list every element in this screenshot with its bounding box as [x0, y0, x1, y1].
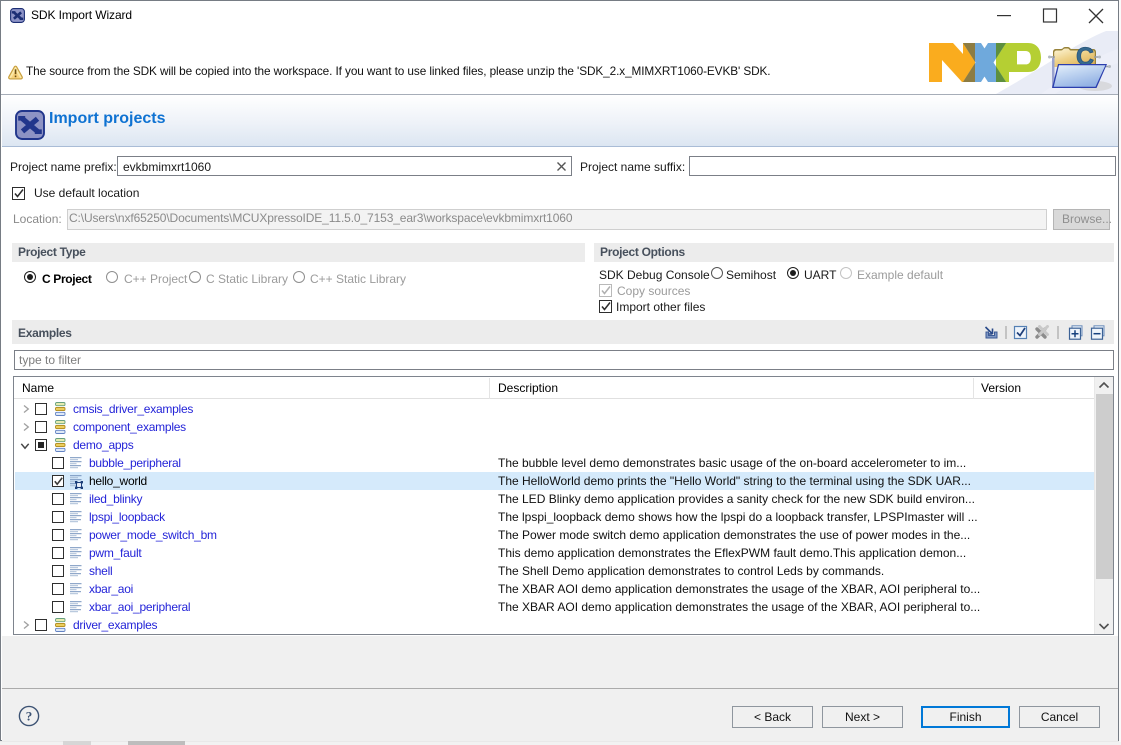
svg-text:?: ?: [26, 709, 33, 724]
